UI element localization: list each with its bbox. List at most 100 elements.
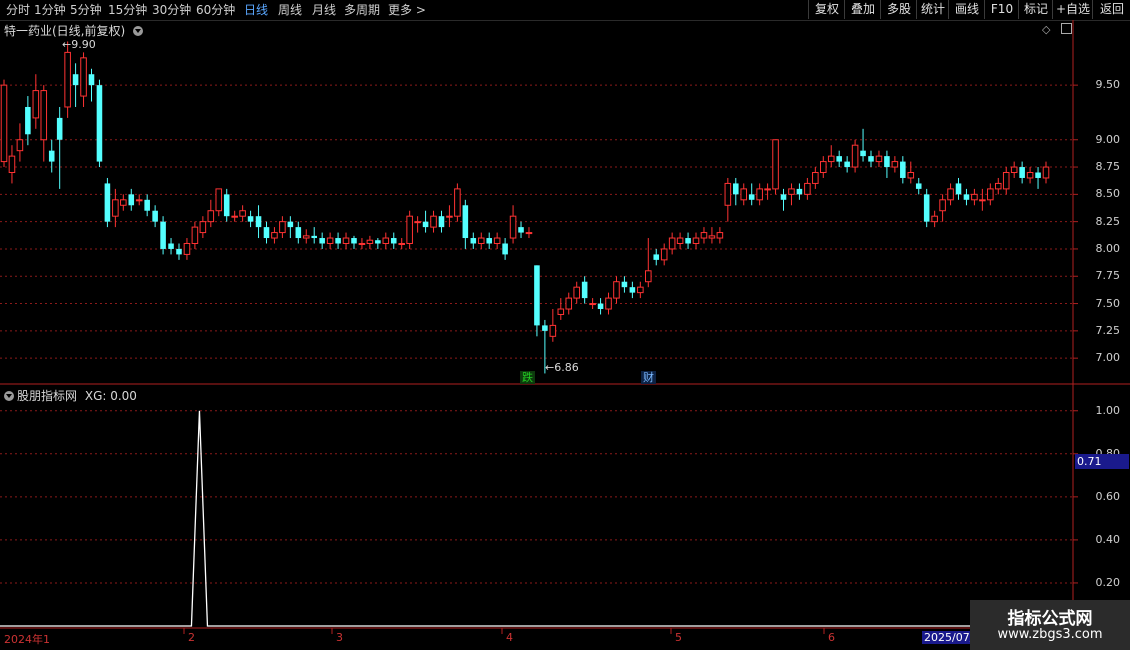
candle-body-up (549, 324, 557, 337)
price-tick-label: 8.75 (1095, 160, 1121, 174)
candle-body-up (32, 90, 40, 119)
candle-body-down (104, 183, 111, 222)
candle-body-down (223, 194, 230, 217)
candle-body-down (486, 238, 492, 244)
candle-body-up (215, 188, 223, 212)
candle-body-down (295, 227, 302, 239)
candle-body-down (502, 243, 508, 255)
candle-body-up (1002, 172, 1010, 190)
high-marker-value: 9.90 (71, 38, 96, 51)
candle-body-up (493, 237, 501, 244)
price-tick-label: 7.50 (1095, 296, 1121, 310)
candle-body-up (183, 242, 191, 255)
candle-body-up (358, 242, 366, 245)
candle-body-up (557, 308, 565, 315)
candle-body-up (0, 84, 8, 163)
candle-body-up (979, 199, 986, 202)
indicator-tick-label: 0.40 (1095, 532, 1121, 546)
candle-body-down (160, 221, 166, 249)
candle-body-up (64, 51, 71, 108)
indicator-tick-label: 0.60 (1095, 489, 1121, 503)
candle-body-up (971, 193, 978, 201)
candle-body-down (621, 281, 628, 288)
price-tick-label: 7.00 (1095, 351, 1121, 365)
candle-body-down (56, 117, 63, 140)
diamond-icon[interactable]: ◇ (1042, 23, 1050, 36)
candle-body-up (16, 139, 24, 152)
candle-body-up (708, 235, 716, 239)
candle-body-up (1042, 166, 1050, 179)
candle-body-up (716, 232, 724, 239)
candle-body-down (860, 150, 866, 157)
date-label: 3 (336, 631, 343, 644)
candle-body-up (827, 155, 835, 163)
candle-body-down (247, 216, 254, 222)
candle-body-down (629, 287, 636, 293)
arrow-left-icon: ← (545, 361, 555, 374)
candle-body-up (342, 237, 350, 244)
candle-body-up (112, 199, 119, 217)
indicator-series (0, 410, 1073, 627)
candle-body-up (207, 210, 215, 223)
panel-toggle-icon[interactable] (1061, 23, 1072, 34)
candle-body-down (311, 235, 317, 239)
dropdown-circle-icon[interactable] (133, 26, 144, 36)
candle-body-up (430, 215, 437, 228)
candle-body-up (891, 161, 899, 168)
candle-body-up (700, 232, 708, 239)
candle-body-down (923, 194, 930, 222)
date-label: 6 (828, 631, 835, 644)
candle-body-up (668, 237, 676, 250)
arrow-left-icon: ← (62, 38, 72, 51)
candle-body-up (302, 235, 310, 239)
candle-body-up (645, 270, 652, 283)
candle-body-down (144, 199, 150, 211)
candle-body-down (844, 161, 850, 168)
candle-body-down (375, 240, 381, 244)
candle-body-up (414, 221, 421, 224)
candle-body-down (1035, 172, 1041, 178)
dropdown-circle-icon[interactable] (4, 391, 14, 401)
candle-body-up (605, 297, 612, 310)
candle-body-up (1010, 166, 1018, 174)
candle-body-up (446, 215, 453, 218)
candle-body-down (319, 238, 325, 244)
event-tag-drop[interactable]: 跌 (520, 371, 535, 384)
candle-body-up (271, 232, 278, 239)
candle-body-up (692, 237, 700, 244)
price-tick-label: 8.50 (1095, 187, 1121, 201)
candle-body-down (884, 156, 890, 168)
candle-body-down (48, 150, 55, 162)
watermark-title: 指标公式网 (1007, 609, 1093, 629)
low-marker: ←6.86 (545, 361, 579, 374)
indicator-tick-label: 0.20 (1095, 575, 1121, 589)
event-tag-finance[interactable]: 财 (641, 371, 656, 384)
watermark: 指标公式网 www.zbgs3.com (970, 600, 1130, 650)
candle-body-down (597, 303, 604, 310)
candle-body-down (796, 188, 803, 195)
candle-body-up (573, 286, 580, 299)
candle-body-up (819, 161, 827, 174)
stock-title: 特一药业(日线,前复权) (4, 24, 126, 38)
candle-body-down (255, 216, 262, 228)
chart-canvas[interactable] (0, 0, 1130, 650)
candle-body-down (868, 156, 874, 162)
watermark-url: www.zbgs3.com (997, 627, 1103, 642)
candle-body-down (128, 194, 135, 206)
price-tick-label: 8.00 (1095, 241, 1121, 255)
candle-body-up (676, 237, 684, 244)
candle-body-up (120, 199, 127, 206)
candle-body-down (955, 183, 962, 195)
candle-body-up (947, 188, 954, 201)
candle-body-up (565, 297, 573, 310)
candle-body-up (994, 182, 1002, 190)
date-label: 2024年1 (4, 633, 50, 646)
candle-body-up (477, 237, 485, 244)
candle-body-down (168, 243, 174, 249)
panel-frames (0, 20, 1130, 634)
date-label: 2 (188, 631, 195, 644)
candle-body-down (963, 194, 970, 200)
candle-body-up (660, 248, 668, 261)
candle-body-up (326, 237, 334, 244)
candlestick-series (0, 41, 1050, 374)
